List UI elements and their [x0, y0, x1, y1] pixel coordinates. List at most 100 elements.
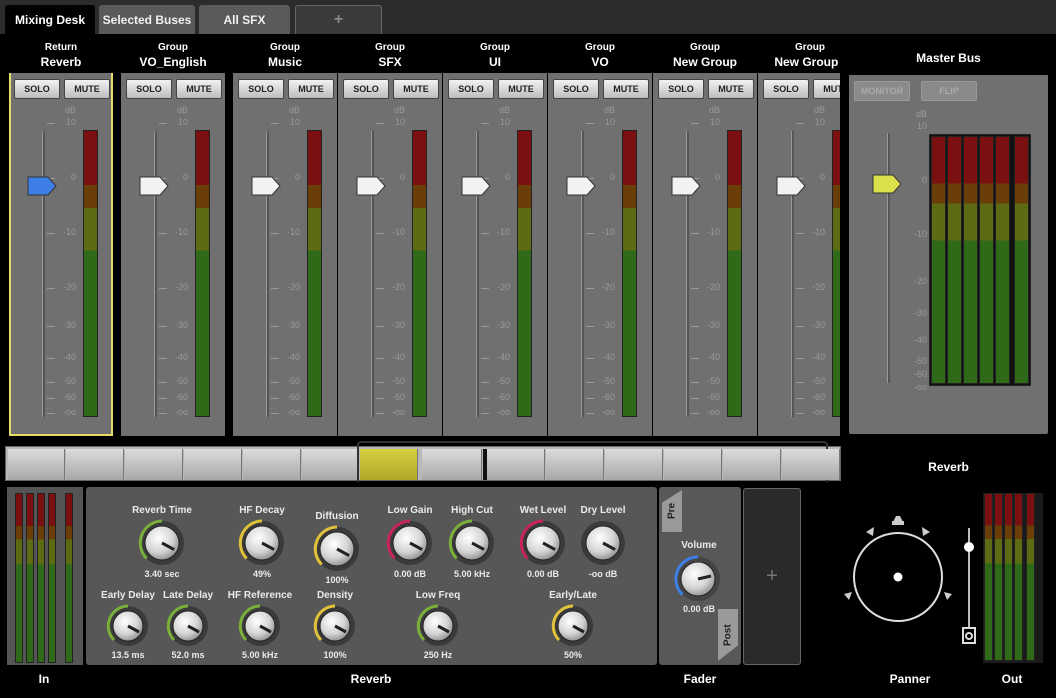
- panner-lfe-handle[interactable]: [964, 542, 974, 552]
- tab-mixing-desk[interactable]: Mixing Desk: [5, 5, 95, 34]
- scroll-cell[interactable]: [605, 449, 663, 480]
- db-scale-tick: [796, 123, 804, 124]
- fader-handle[interactable]: [138, 175, 170, 197]
- db-scale-label: -60: [811, 392, 825, 402]
- effect-param-knob[interactable]: [448, 519, 496, 567]
- scroll-cell[interactable]: [302, 449, 358, 480]
- effect-param-knob[interactable]: [579, 519, 627, 567]
- db-scale-tick: [691, 382, 699, 383]
- fader-handle[interactable]: [775, 175, 807, 197]
- flip-button[interactable]: FLIP: [921, 81, 977, 101]
- db-scale-tick: [796, 233, 804, 234]
- mute-button[interactable]: MUTE: [498, 79, 544, 99]
- scroll-cell[interactable]: [8, 449, 65, 480]
- db-scale-label: -10: [601, 227, 615, 237]
- scroll-cell[interactable]: [184, 449, 242, 480]
- db-scale-tick: [796, 326, 804, 327]
- effect-param-knob[interactable]: [238, 519, 286, 567]
- mute-button[interactable]: MUTE: [288, 79, 334, 99]
- effect-param-knob[interactable]: [138, 519, 186, 567]
- mute-button[interactable]: MUTE: [603, 79, 649, 99]
- monitor-button[interactable]: MONITOR: [854, 81, 910, 101]
- master-fader-handle[interactable]: [871, 173, 903, 195]
- channel-strip[interactable]: Return Reverb SOLO MUTE dB 10 0 -10 -20 -30 -40 -50…: [9, 35, 113, 436]
- fader-rail[interactable]: [266, 131, 269, 417]
- fader-handle[interactable]: [26, 175, 58, 197]
- fader-rail[interactable]: [42, 131, 45, 417]
- effect-param-knob[interactable]: [166, 604, 210, 648]
- input-meter-bar: [65, 493, 73, 663]
- mute-button[interactable]: MUTE: [176, 79, 222, 99]
- strip-header: Group New Group: [653, 35, 757, 73]
- add-tab-button[interactable]: +: [295, 5, 382, 34]
- effect-param-knob[interactable]: [416, 604, 460, 648]
- panner-control[interactable]: [838, 510, 958, 640]
- effect-param-knob[interactable]: [551, 604, 595, 648]
- effect-param-knob[interactable]: [313, 525, 361, 573]
- fader-handle[interactable]: [670, 175, 702, 197]
- db-scale-label: -40: [286, 352, 300, 362]
- effect-param-knob[interactable]: [313, 604, 357, 648]
- mute-button[interactable]: MUTE: [64, 79, 110, 99]
- channel-strip[interactable]: Group VO_English SOLO MUTE dB 10 0 -10 -20 -30 -40…: [121, 35, 225, 436]
- solo-button[interactable]: SOLO: [343, 79, 389, 99]
- strip-scrollbar[interactable]: [5, 441, 841, 482]
- db-scale-label: -20: [286, 282, 300, 292]
- solo-button[interactable]: SOLO: [553, 79, 599, 99]
- pre-toggle[interactable]: Pre: [662, 490, 682, 532]
- tab-selected-buses[interactable]: Selected Buses: [99, 5, 195, 34]
- scroll-cell[interactable]: [243, 449, 301, 480]
- channel-strip[interactable]: GroupNew Group (SOLOMUTEdB100-10-20-30-4…: [758, 35, 840, 436]
- scroll-cell[interactable]: [782, 449, 840, 480]
- fader-rail[interactable]: [476, 131, 479, 417]
- fader-handle[interactable]: [460, 175, 492, 197]
- scroll-cell[interactable]: [664, 449, 722, 480]
- mute-button[interactable]: MUTE: [393, 79, 439, 99]
- effect-param-knob[interactable]: [386, 519, 434, 567]
- scroll-cell[interactable]: [546, 449, 604, 480]
- solo-button[interactable]: SOLO: [14, 79, 60, 99]
- master-fader-rail[interactable]: [887, 133, 890, 383]
- channel-strip[interactable]: Group Music SOLO MUTE dB 10 0 -10 -20 -30 -40 -50 -6…: [233, 35, 337, 436]
- master-db-scale-label: 10: [916, 121, 927, 131]
- fader-handle[interactable]: [250, 175, 282, 197]
- channel-strip[interactable]: Group VO SOLO MUTE dB 10 0 -10 -20 -30 -40 -50 -60 -o…: [548, 35, 652, 436]
- solo-button[interactable]: SOLO: [126, 79, 172, 99]
- fader-rail[interactable]: [154, 131, 157, 417]
- add-effect-button[interactable]: +: [743, 488, 801, 665]
- effect-param-knob[interactable]: [106, 604, 150, 648]
- channel-strip[interactable]: Group UI SOLO MUTE dB 10 0 -10 -20 -30 -40 -50 -60 -o…: [443, 35, 547, 436]
- solo-button[interactable]: SOLO: [763, 79, 809, 99]
- fader-rail[interactable]: [686, 131, 689, 417]
- scroll-cell[interactable]: [487, 449, 545, 480]
- channel-strip[interactable]: Group SFX SOLO MUTE dB 10 0 -10 -20 -30 -40 -50 -60-…: [338, 35, 442, 436]
- solo-button[interactable]: SOLO: [448, 79, 494, 99]
- scroll-cell[interactable]: [723, 449, 781, 480]
- strip-kind: Group: [158, 42, 188, 53]
- fader-rail[interactable]: [791, 131, 794, 417]
- post-toggle[interactable]: Post: [718, 609, 738, 661]
- fader-rail[interactable]: [581, 131, 584, 417]
- scroll-cell-selected[interactable]: [360, 449, 418, 480]
- scroll-cell[interactable]: [66, 449, 124, 480]
- effect-param-knob[interactable]: [519, 519, 567, 567]
- db-scale-tick: [691, 326, 699, 327]
- scroll-cell[interactable]: [422, 449, 482, 480]
- tab-all-sfx[interactable]: All SFX: [199, 5, 290, 34]
- mute-button[interactable]: MUTE: [813, 79, 840, 99]
- solo-button[interactable]: SOLO: [658, 79, 704, 99]
- fader-rail[interactable]: [371, 131, 374, 417]
- fader-handle[interactable]: [355, 175, 387, 197]
- strip-kind: Group: [375, 42, 405, 53]
- channel-strip[interactable]: Group New Group SOLO MUTE dB 10 0 -10 -20 -30 -40-…: [653, 35, 757, 436]
- strip-header: Group New Group (: [758, 35, 840, 73]
- effect-param-knob[interactable]: [238, 604, 282, 648]
- section-label-fader: Fader: [683, 672, 717, 686]
- fader-handle[interactable]: [565, 175, 597, 197]
- mute-button[interactable]: MUTE: [708, 79, 754, 99]
- db-scale-label: 10: [65, 117, 76, 127]
- volume-knob[interactable]: [673, 554, 723, 604]
- scroll-cell[interactable]: [125, 449, 183, 480]
- strip-header: Group SFX: [338, 35, 442, 73]
- solo-button[interactable]: SOLO: [238, 79, 284, 99]
